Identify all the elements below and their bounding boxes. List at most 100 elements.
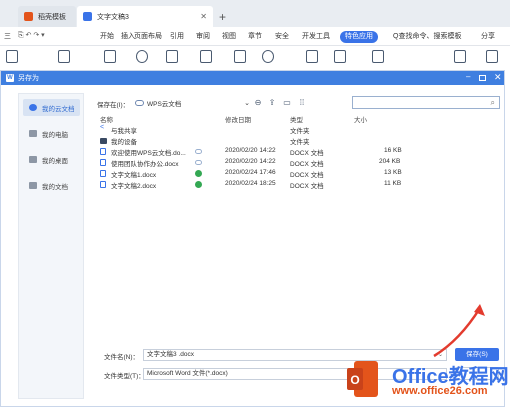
menu-references[interactable]: 引用 (170, 31, 184, 41)
minimize-icon[interactable]: – (466, 72, 470, 81)
maximize-icon[interactable] (479, 75, 486, 81)
file-name: 文字文稿2.docx (111, 183, 157, 190)
column-name[interactable]: 名称 (100, 114, 113, 124)
file-name: 文字文稿1.docx (111, 172, 157, 179)
table-row[interactable]: 使用团队协作办公.docx 2020/02/20 14:22 DOCX 文档 2… (97, 158, 502, 168)
table-row[interactable]: 欢迎使用WPS云文档.do... 2020/02/20 14:22 DOCX 文… (97, 147, 502, 157)
ribbon-icon[interactable] (200, 50, 212, 63)
sidebar-item-documents[interactable]: 我的文档 (23, 177, 80, 194)
file-name: 欢迎使用WPS云文档.do... (111, 150, 186, 157)
chevron-down-icon: ⌄ (244, 100, 250, 107)
column-modified[interactable]: 修改日期 (225, 114, 251, 124)
file-size: 16 KB (384, 147, 402, 154)
save-in-dropdown[interactable]: WPS云文档 ⌄ (132, 97, 250, 109)
ribbon-icon[interactable] (414, 50, 426, 63)
watermark: O Office教程网 www.office26.com (344, 356, 510, 404)
word-doc-icon (83, 12, 92, 21)
list-item[interactable]: 我的设备 文件夹 (97, 136, 502, 146)
sidebar-item-cloud-docs[interactable]: 我的云文档 (23, 99, 80, 116)
menu-developer[interactable]: 开发工具 (302, 31, 330, 41)
ribbon-icon[interactable] (234, 50, 246, 63)
ribbon-toolbar (0, 46, 510, 68)
up-folder-icon[interactable]: ⇪ (267, 98, 277, 108)
share-icon (100, 124, 106, 133)
file-name: 使用团队协作办公.docx (111, 161, 179, 168)
filetype-value: Microsoft Word 文件(*.docx) (147, 370, 228, 377)
file-date: 2020/02/20 14:22 (225, 158, 276, 165)
wps-writer-icon: W (6, 74, 14, 82)
table-row[interactable]: 文字文稿2.docx 2020/02/24 18:25 DOCX 文档 11 K… (97, 180, 502, 190)
watermark-url: www.office26.com (392, 385, 488, 397)
file-type: DOCX 文档 (290, 172, 324, 179)
back-icon[interactable]: ⊖ (253, 98, 263, 108)
tab-document[interactable]: 文字文稿3 ✕ (77, 6, 213, 27)
file-type: DOCX 文档 (290, 161, 324, 168)
new-tab-button[interactable]: + (219, 10, 226, 24)
new-folder-icon[interactable]: ▭ (282, 98, 292, 108)
file-name: 我的设备 (111, 139, 137, 146)
ribbon-icon[interactable] (262, 50, 274, 63)
sidebar-item-desktop[interactable]: 我的桌面 (23, 151, 80, 168)
svg-text:O: O (350, 373, 359, 387)
file-type: 文件夹 (290, 128, 310, 135)
menu-home[interactable]: 开始 (100, 31, 114, 41)
tab-docer-templates[interactable]: 稻壳模板 (18, 6, 76, 27)
file-size: 13 KB (384, 169, 402, 176)
tab-bar: 稻壳模板 文字文稿3 ✕ + (0, 0, 510, 27)
dialog-title: 另存为 (18, 75, 39, 82)
quick-access-icons[interactable]: ⎘ ↶ ↷ ▾ (18, 31, 45, 40)
ribbon-icon[interactable] (486, 50, 498, 63)
column-type[interactable]: 类型 (290, 114, 303, 124)
filetype-label: 文件类型(T)： (104, 373, 145, 380)
menu-view[interactable]: 视图 (222, 31, 236, 41)
synced-check-icon (195, 181, 202, 188)
share-button[interactable]: 分享 (481, 31, 495, 41)
printer-icon[interactable] (454, 50, 466, 63)
close-tab-icon[interactable]: ✕ (200, 12, 207, 21)
tab-label: 稻壳模板 (38, 13, 66, 21)
list-item[interactable]: 与我共享 文件夹 (97, 124, 502, 135)
file-name: 与我共享 (111, 128, 137, 135)
ribbon-icon[interactable] (334, 50, 346, 63)
close-icon[interactable]: ✕ (494, 72, 502, 83)
menu-main[interactable]: 三 (4, 31, 11, 41)
sidebar-item-my-computer[interactable]: 我的电脑 (23, 125, 80, 142)
tab-label: 文字文稿3 (97, 13, 129, 21)
ribbon-icon[interactable] (306, 50, 318, 63)
view-options-icon[interactable]: ⁞⁞ (297, 98, 307, 108)
menu-insert[interactable]: 插入 (121, 31, 135, 41)
location-sidebar: 我的云文档 我的电脑 我的桌面 我的文档 (18, 93, 84, 399)
ribbon-icon[interactable] (104, 50, 116, 63)
microphone-icon[interactable] (136, 50, 148, 63)
sidebar-item-label: 我的云文档 (42, 105, 75, 113)
file-type: DOCX 文档 (290, 150, 324, 157)
office-logo-icon: O (347, 361, 378, 397)
table-row[interactable]: 文字文稿1.docx 2020/02/24 17:46 DOCX 文档 13 K… (97, 169, 502, 179)
column-size[interactable]: 大小 (354, 114, 367, 124)
dialog-title-bar[interactable]: W 另存为 – ✕ (1, 71, 504, 85)
menu-bar: 三 ⎘ ↶ ↷ ▾ 开始 插入 页面布局 引用 审阅 视图 章节 安全 开发工具… (0, 27, 510, 46)
ribbon-icon[interactable] (372, 50, 384, 63)
search-icon: ⌕ (490, 98, 495, 107)
menu-page-layout[interactable]: 页面布局 (134, 31, 162, 41)
menu-special-apps[interactable]: 特色应用 (340, 31, 378, 43)
ribbon-icon[interactable] (166, 50, 178, 63)
synced-check-icon (195, 170, 202, 177)
sidebar-item-label: 我的电脑 (42, 131, 68, 139)
menu-chapter[interactable]: 章节 (248, 31, 262, 41)
menu-security[interactable]: 安全 (275, 31, 289, 41)
save-in-label: 保存在(I)： (97, 102, 130, 109)
file-size: 11 KB (384, 180, 402, 187)
ribbon-icon[interactable] (58, 50, 70, 63)
save-in-value: WPS云文档 (147, 101, 182, 108)
docx-file-icon (100, 148, 106, 155)
menu-review[interactable]: 审阅 (196, 31, 210, 41)
sidebar-item-label: 我的文档 (42, 183, 68, 191)
folder-icon (29, 182, 37, 189)
file-list-header: 名称 修改日期 类型 大小 (97, 114, 502, 124)
search-input[interactable]: ⌕ (352, 96, 500, 109)
cloud-status-icon (195, 160, 202, 165)
ribbon-icon[interactable] (6, 50, 18, 63)
cloud-status-icon (195, 149, 202, 154)
command-search[interactable]: Q查找命令、搜索模板 (393, 31, 461, 41)
